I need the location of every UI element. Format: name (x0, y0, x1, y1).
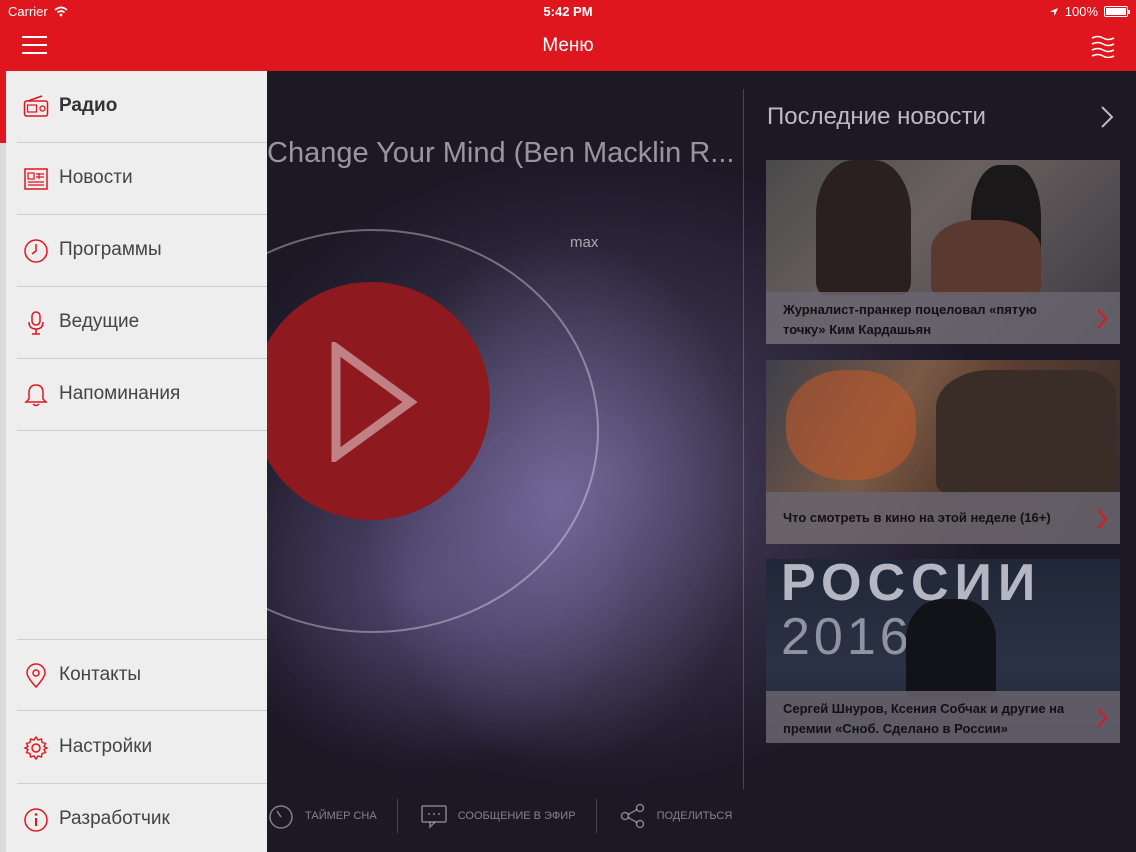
menu-item-programs[interactable]: Программы (17, 215, 267, 287)
top-bar: Carrier 5:42 PM 100% Меню (0, 0, 1136, 71)
menu-label: Разработчик (59, 808, 170, 829)
menu-item-developer[interactable]: Разработчик (17, 784, 267, 852)
news-image-text: РОССИИ (781, 559, 1042, 612)
timer-icon (269, 805, 293, 829)
location-arrow-icon (1049, 7, 1058, 16)
news-caption-text: Сергей Шнуров, Ксения Собчак и другие на… (783, 701, 1065, 736)
news-caption-text: Журналист-пранкер поцеловал «пятую точку… (783, 302, 1037, 337)
menu-label: Напоминания (59, 383, 181, 404)
chevron-right-icon (1097, 509, 1108, 529)
sleep-timer-label: ТАЙМЕР СНА (305, 810, 377, 822)
news-card[interactable]: Что смотреть в кино на этой неделе (16+) (766, 360, 1120, 544)
news-caption: Журналист-пранкер поцеловал «пятую точку… (766, 292, 1120, 344)
volume-max-label: max (570, 234, 599, 251)
info-icon (24, 808, 48, 832)
sleep-timer-button[interactable]: ТАЙМЕР СНА (267, 802, 397, 830)
share-button[interactable]: ПОДЕЛИТЬСЯ (619, 802, 753, 830)
message-icon (420, 805, 447, 829)
location-pin-icon (26, 663, 46, 689)
news-image-person (816, 160, 911, 295)
send-message-button[interactable]: СООБЩЕНИЕ В ЭФИР (420, 803, 596, 829)
send-message-label: СООБЩЕНИЕ В ЭФИР (457, 810, 576, 822)
menu-item-news[interactable]: Новости (17, 143, 267, 215)
status-time: 5:42 PM (543, 4, 593, 19)
player-toolbar: ТАЙМЕР СНА СООБЩЕНИЕ В ЭФИР ПОДЕЛИТЬСЯ (267, 796, 752, 836)
toolbar-divider (396, 799, 398, 833)
battery-icon (1104, 6, 1130, 17)
menu-label: Новости (59, 167, 133, 188)
menu-item-radio[interactable]: Радио (17, 71, 267, 143)
clock-icon (24, 239, 48, 263)
menu-label: Ведущие (59, 311, 140, 332)
menu-item-settings[interactable]: Настройки (17, 712, 267, 784)
news-caption-text: Что смотреть в кино на этой неделе (16+) (783, 510, 1051, 525)
menu-label: Контакты (59, 664, 142, 685)
radio-icon (23, 95, 49, 117)
menu-label: Программы (59, 239, 162, 260)
share-label: ПОДЕЛИТЬСЯ (656, 810, 733, 822)
gear-icon (23, 735, 49, 761)
newspaper-icon (24, 168, 48, 190)
news-divider (743, 89, 744, 789)
menu-item-reminders[interactable]: Напоминания (17, 359, 267, 431)
news-image-person (931, 220, 1041, 295)
track-title: Change Your Mind (Ben Macklin R... (267, 137, 735, 169)
news-heading[interactable]: Последние новости (767, 103, 986, 131)
news-image-text: 2016 (781, 608, 913, 666)
menu-label: Настройки (59, 736, 153, 757)
share-icon (620, 803, 644, 829)
battery-group: 100% (1049, 4, 1130, 19)
battery-fill (1106, 8, 1126, 15)
header-title: Меню (542, 35, 594, 56)
chevron-right-icon[interactable] (1100, 105, 1114, 129)
microphone-icon (28, 311, 44, 335)
toolbar-divider (595, 799, 597, 833)
battery-percent: 100% (1064, 4, 1098, 19)
waves-icon[interactable] (1090, 34, 1116, 58)
menu-label: Радио (59, 95, 118, 116)
news-image-person (906, 599, 996, 699)
news-image-face (936, 370, 1116, 495)
news-card[interactable]: Журналист-пранкер поцеловал «пятую точку… (766, 160, 1120, 344)
news-caption: Сергей Шнуров, Ксения Собчак и другие на… (766, 691, 1120, 743)
chevron-right-icon (1097, 309, 1108, 329)
active-indicator (0, 71, 6, 143)
play-button[interactable] (252, 282, 490, 520)
news-image-explosion (786, 370, 916, 480)
menu-item-contacts[interactable]: Контакты (17, 639, 267, 711)
menu-item-hosts[interactable]: Ведущие (17, 287, 267, 359)
news-caption: Что смотреть в кино на этой неделе (16+) (766, 492, 1120, 544)
bell-icon (24, 384, 48, 407)
news-card[interactable]: РОССИИ 2016 Сергей Шнуров, Ксения Собчак… (766, 559, 1120, 743)
chevron-right-icon (1097, 708, 1108, 728)
play-icon (331, 342, 418, 462)
side-menu: Радио Новости Программы Ведущие Напомина… (0, 71, 267, 852)
status-bar: Carrier 5:42 PM 100% (0, 0, 1136, 24)
